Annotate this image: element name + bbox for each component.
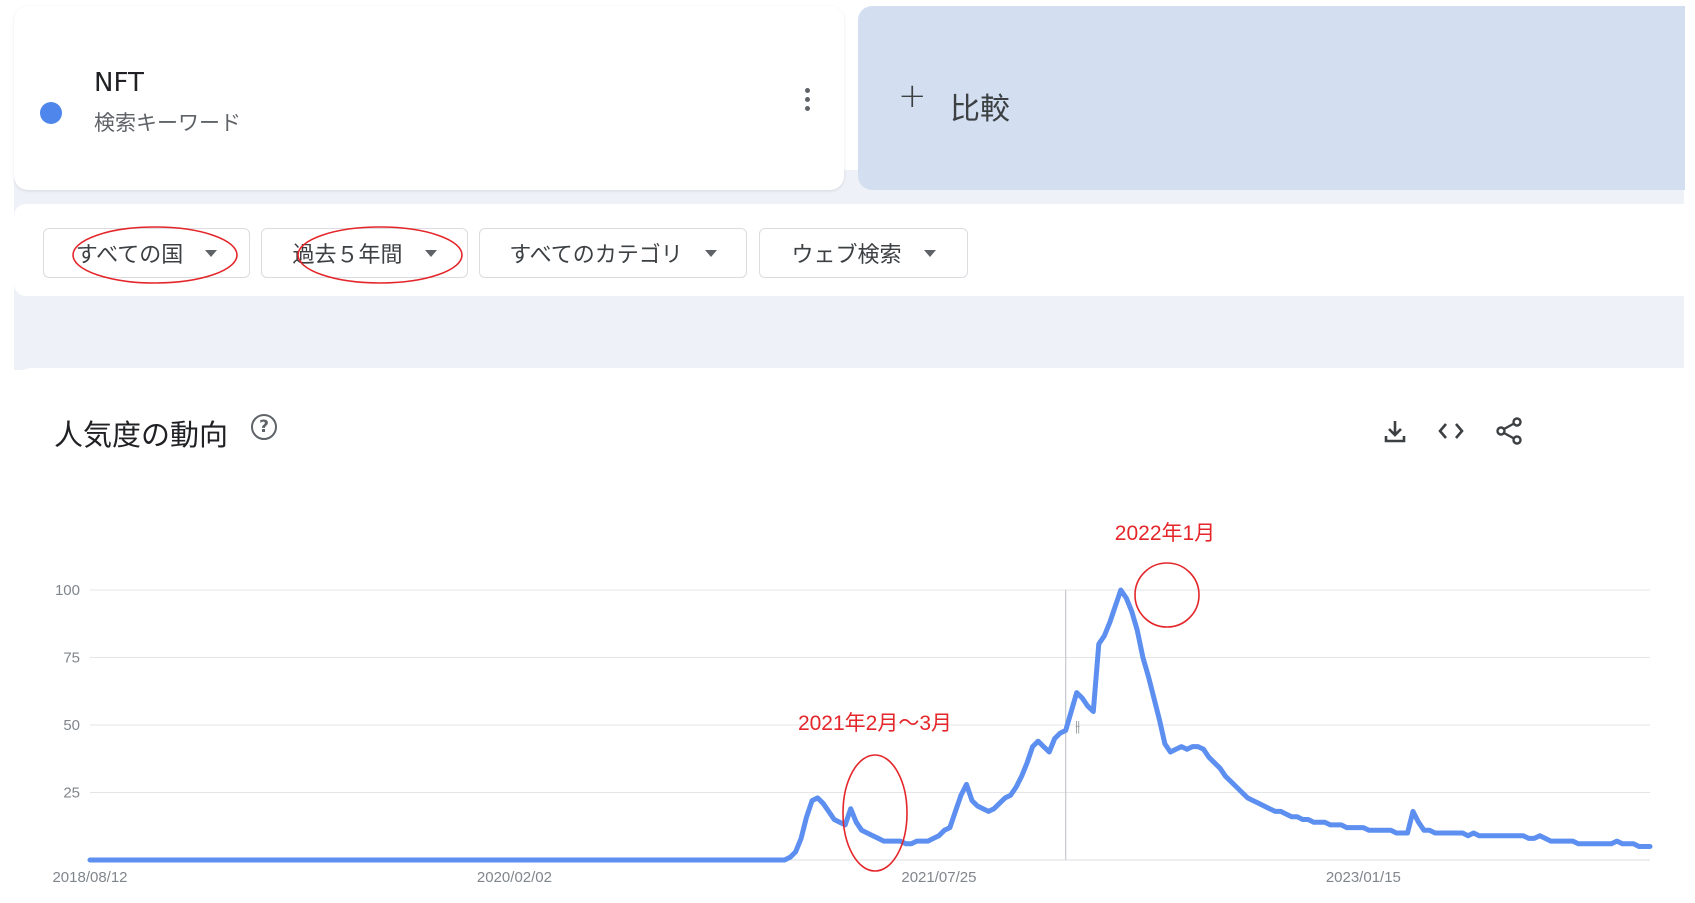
y-tick-label: 25 xyxy=(63,785,80,802)
x-tick-label: 2021/07/25 xyxy=(901,869,976,886)
x-tick-label: 2023/01/15 xyxy=(1326,869,1401,886)
x-tick-label: 2020/02/02 xyxy=(477,869,552,886)
y-tick-label: 100 xyxy=(55,582,80,599)
annotation-peak-label: 2022年1月 xyxy=(1115,522,1215,545)
x-axis-ticks: 2018/08/12 2020/02/02 2021/07/25 2023/01/15 xyxy=(52,869,1400,886)
x-tick-label: 2018/08/12 xyxy=(52,869,127,886)
annotation-circle-timerange xyxy=(297,226,463,284)
trend-chart[interactable]: 25 50 75 100 2018/08/12 2020/02/02 2021/07/25… xyxy=(0,0,1695,903)
annotation-early-label: 2021年2月〜3月 xyxy=(798,712,952,735)
annotation-circle-country xyxy=(72,226,238,284)
y-axis-ticks: 25 50 75 100 xyxy=(55,582,80,802)
hover-marker-icon: ⫲ xyxy=(1075,718,1080,735)
annotation-circle-peak xyxy=(1134,562,1200,628)
y-tick-label: 75 xyxy=(63,650,80,667)
y-tick-label: 50 xyxy=(63,717,80,734)
